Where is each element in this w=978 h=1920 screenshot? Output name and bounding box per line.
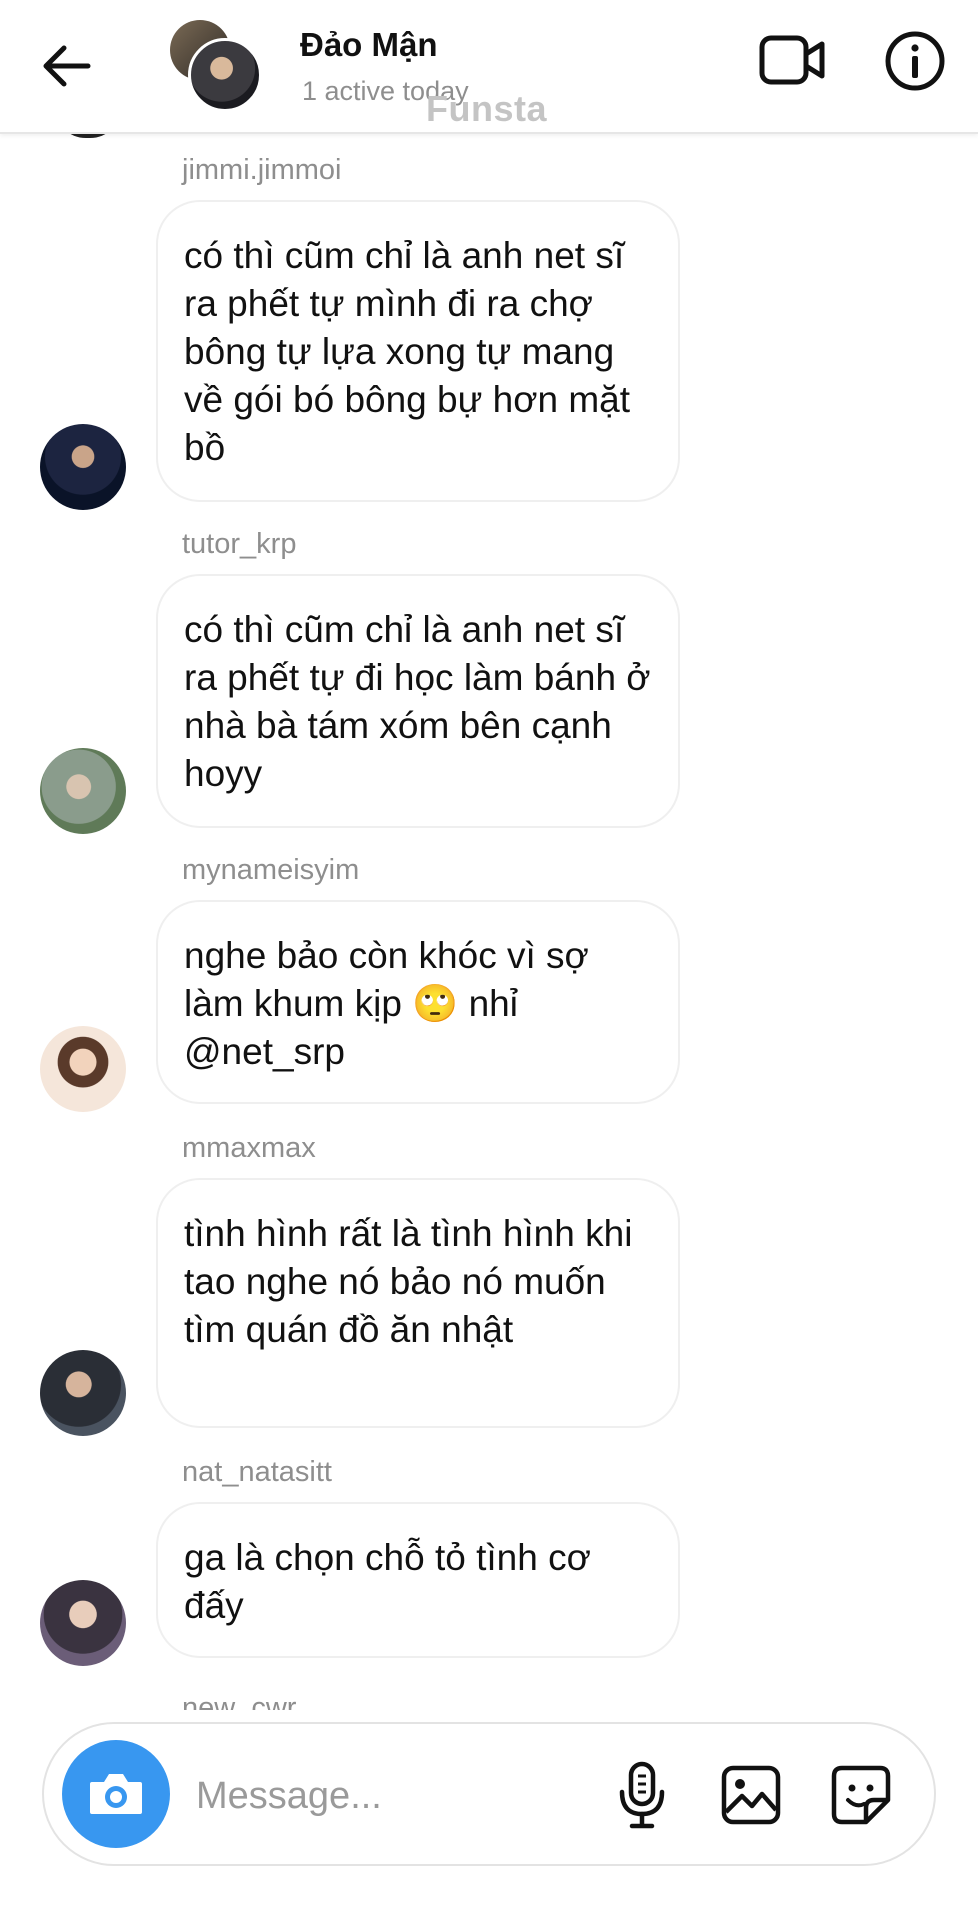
video-call-button[interactable] bbox=[758, 30, 828, 90]
message-bubble[interactable]: ga là chọn chỗ tỏ tình cơ đấy bbox=[156, 1502, 680, 1658]
message-username: new_cwr bbox=[182, 1692, 297, 1710]
info-icon bbox=[885, 31, 945, 91]
avatar bbox=[188, 38, 262, 112]
gallery-button[interactable] bbox=[720, 1764, 782, 1826]
message-thread[interactable]: jimmi.jimmoi có thì cũm chỉ là anh net s… bbox=[0, 0, 978, 1720]
sender-avatar[interactable] bbox=[40, 1026, 126, 1112]
sender-avatar[interactable] bbox=[40, 748, 126, 834]
arrow-left-icon bbox=[43, 45, 91, 87]
sticker-icon bbox=[831, 1765, 891, 1825]
info-button[interactable] bbox=[884, 30, 946, 92]
gallery-icon bbox=[721, 1765, 781, 1825]
message-username: tutor_krp bbox=[182, 528, 297, 560]
message-input[interactable] bbox=[194, 1760, 618, 1832]
sender-avatar[interactable] bbox=[40, 1580, 126, 1666]
message-username: nat_natasitt bbox=[182, 1456, 332, 1488]
chat-header: Đảo Mận 1 active today Funsta bbox=[0, 0, 978, 134]
chat-title[interactable]: Đảo Mận bbox=[300, 26, 438, 64]
microphone-icon bbox=[619, 1761, 665, 1829]
message-bubble[interactable]: có thì cũm chỉ là anh net sĩ ra phết tự … bbox=[156, 574, 680, 828]
group-avatar[interactable] bbox=[170, 20, 262, 112]
camera-icon bbox=[90, 1774, 142, 1814]
message-bubble[interactable]: có thì cũm chỉ là anh net sĩ ra phết tự … bbox=[156, 200, 680, 502]
sender-avatar[interactable] bbox=[40, 1350, 126, 1436]
watermark: Funsta bbox=[426, 88, 548, 129]
back-button[interactable] bbox=[38, 36, 98, 96]
voice-message-button[interactable] bbox=[614, 1760, 670, 1830]
message-bubble[interactable]: nghe bảo còn khóc vì sợ làm khum kịp 🙄 n… bbox=[156, 900, 680, 1104]
message-username: mynameisyim bbox=[182, 854, 360, 886]
message-composer bbox=[42, 1722, 936, 1866]
sticker-button[interactable] bbox=[830, 1764, 892, 1826]
message-username: jimmi.jimmoi bbox=[182, 154, 342, 186]
video-call-icon bbox=[759, 35, 825, 85]
sender-avatar[interactable] bbox=[40, 424, 126, 510]
camera-button[interactable] bbox=[62, 1740, 170, 1848]
message-username: mmaxmax bbox=[182, 1132, 316, 1164]
message-bubble[interactable]: tình hình rất là tình hình khi tao nghe … bbox=[156, 1178, 680, 1428]
